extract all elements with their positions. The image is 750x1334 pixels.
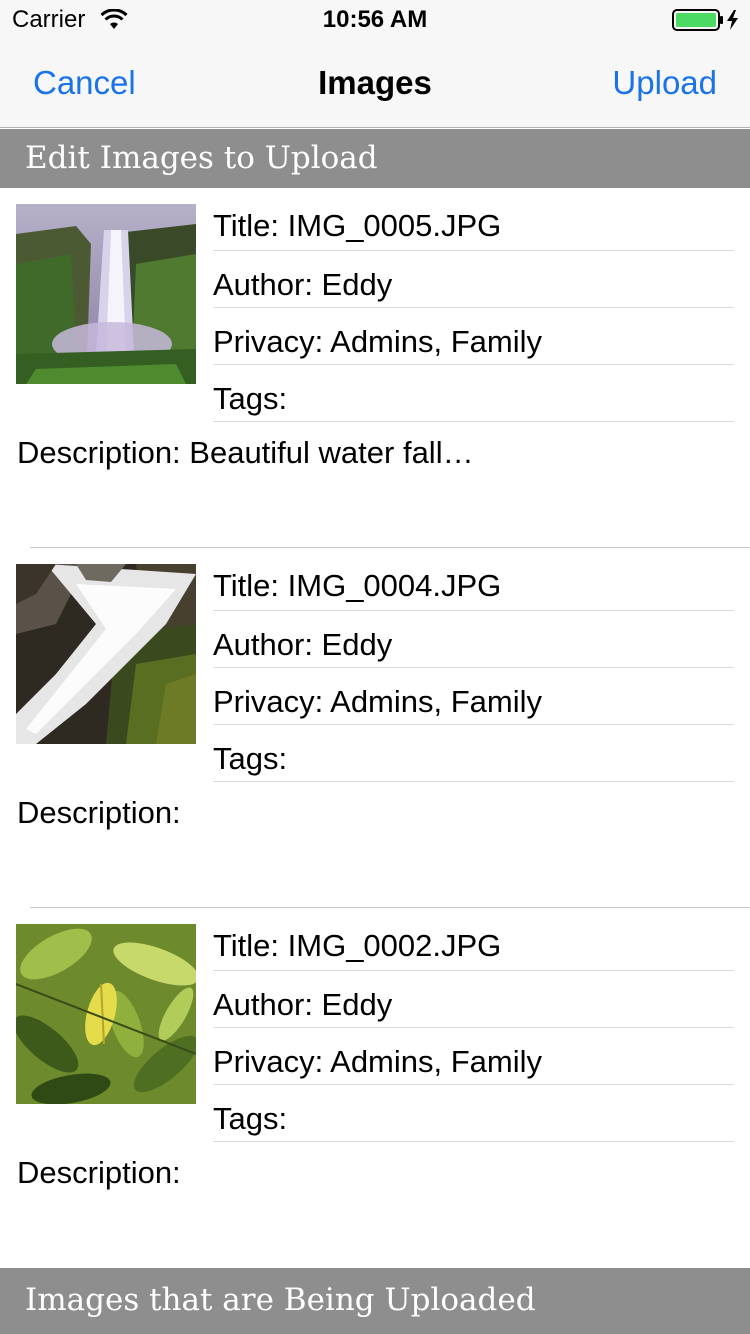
waterfall-rocks-thumbnail[interactable] xyxy=(16,564,196,744)
title-field[interactable]: Title: IMG_0002.JPG xyxy=(213,908,734,971)
section-header-edit: Edit Images to Upload xyxy=(0,129,750,188)
upload-button[interactable]: Upload xyxy=(612,64,717,102)
tags-field[interactable]: Tags: xyxy=(213,365,734,422)
title-field[interactable]: Title: IMG_0005.JPG xyxy=(213,188,734,251)
author-field[interactable]: Author: Eddy xyxy=(213,971,734,1028)
author-field[interactable]: Author: Eddy xyxy=(213,611,734,668)
section-header-uploading: Images that are Being Uploaded xyxy=(0,1268,750,1334)
description-field[interactable]: Description: xyxy=(17,1155,181,1191)
thumbnail-image xyxy=(16,564,196,744)
waterfall-cliff-thumbnail[interactable] xyxy=(16,204,196,384)
description-field[interactable]: Description: Beautiful water fall… xyxy=(17,435,474,471)
image-row[interactable]: Title: IMG_0002.JPG Author: Eddy Privacy… xyxy=(0,908,750,1268)
navigation-bar: Cancel Images Upload xyxy=(0,40,750,128)
image-row[interactable]: Title: IMG_0004.JPG Author: Eddy Privacy… xyxy=(0,548,750,908)
thumbnail-image xyxy=(16,204,196,384)
status-time: 10:56 AM xyxy=(322,6,428,33)
tags-field[interactable]: Tags: xyxy=(213,725,734,782)
battery-charging-icon xyxy=(672,9,738,31)
image-row[interactable]: Title: IMG_0005.JPG Author: Eddy Privacy… xyxy=(0,188,750,548)
tags-field[interactable]: Tags: xyxy=(213,1085,734,1142)
thumbnail-image xyxy=(16,924,196,1104)
author-field[interactable]: Author: Eddy xyxy=(213,251,734,308)
privacy-field[interactable]: Privacy: Admins, Family xyxy=(213,308,734,365)
status-bar: Carrier 10:56 AM xyxy=(0,0,750,40)
description-field[interactable]: Description: xyxy=(17,795,181,831)
privacy-field[interactable]: Privacy: Admins, Family xyxy=(213,668,734,725)
green-leaves-thumbnail[interactable] xyxy=(16,924,196,1104)
title-field[interactable]: Title: IMG_0004.JPG xyxy=(213,548,734,611)
privacy-field[interactable]: Privacy: Admins, Family xyxy=(213,1028,734,1085)
